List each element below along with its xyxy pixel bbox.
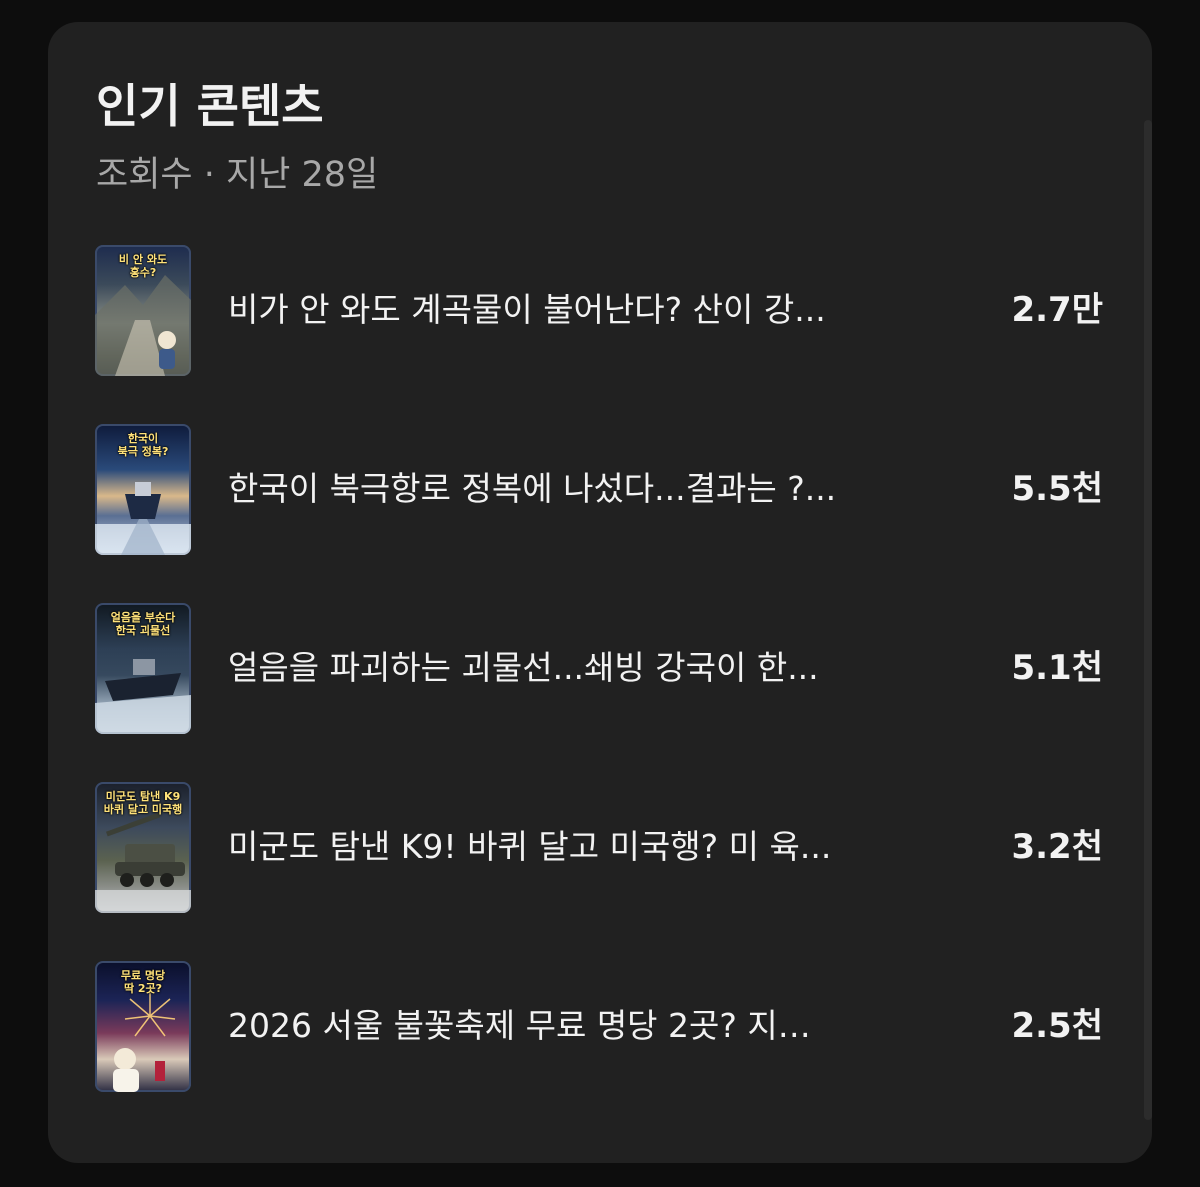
thumbnail-caption: 한국이 북극 정복? <box>117 432 169 458</box>
list-item[interactable]: 미군도 탐낸 K9 바퀴 달고 미국행 미군도 탐낸 K9! 바퀴 달고 미국행… <box>95 782 1103 961</box>
scrollbar[interactable] <box>1144 120 1152 1120</box>
video-title[interactable]: 비가 안 와도 계곡물이 불어난다? 산이 강... <box>228 289 948 331</box>
thumbnail-caption: 얼음을 부순다 한국 괴물선 <box>110 611 176 637</box>
video-thumbnail[interactable]: 무료 명당 딱 2곳? <box>95 961 191 1092</box>
video-title[interactable]: 미군도 탐낸 K9! 바퀴 달고 미국행? 미 육... <box>228 826 948 868</box>
thumbnail-caption: 무료 명당 딱 2곳? <box>120 969 166 995</box>
view-count: 3.2천 <box>1011 827 1103 867</box>
list-item[interactable]: 무료 명당 딱 2곳? 2026 서울 불꽃축제 무료 명당 2곳? 지… 2.… <box>95 961 1103 1140</box>
video-thumbnail[interactable]: 비 안 와도 홍수? <box>95 245 191 376</box>
list-item[interactable]: 비 안 와도 홍수? 비가 안 와도 계곡물이 불어난다? 산이 강... 2.… <box>95 245 1103 424</box>
card-title: 인기 콘텐츠 <box>96 79 324 133</box>
video-thumbnail[interactable]: 한국이 북극 정복? <box>95 424 191 555</box>
view-count: 5.5천 <box>1011 469 1103 509</box>
list-item[interactable]: 얼음을 부순다 한국 괴물선 얼음을 파괴하는 괴물선...쇄빙 강국이 한..… <box>95 603 1103 782</box>
card-subtitle: 조회수 · 지난 28일 <box>96 155 379 195</box>
thumbnail-caption: 비 안 와도 홍수? <box>118 253 168 279</box>
view-count: 2.5천 <box>1011 1006 1103 1046</box>
view-count: 5.1천 <box>1011 648 1103 688</box>
content-list: 비 안 와도 홍수? 비가 안 와도 계곡물이 불어난다? 산이 강... 2.… <box>95 245 1103 1140</box>
video-title[interactable]: 2026 서울 불꽃축제 무료 명당 2곳? 지… <box>228 1005 948 1047</box>
video-thumbnail[interactable]: 얼음을 부순다 한국 괴물선 <box>95 603 191 734</box>
thumbnail-caption: 미군도 탐낸 K9 바퀴 달고 미국행 <box>103 790 183 816</box>
video-thumbnail[interactable]: 미군도 탐낸 K9 바퀴 달고 미국행 <box>95 782 191 913</box>
popular-content-card: 인기 콘텐츠 조회수 · 지난 28일 비 안 와도 홍수? 비가 안 와도 계… <box>48 22 1152 1163</box>
video-title[interactable]: 얼음을 파괴하는 괴물선...쇄빙 강국이 한... <box>228 647 948 689</box>
view-count: 2.7만 <box>1011 290 1103 330</box>
list-item[interactable]: 한국이 북극 정복? 한국이 북극항로 정복에 나섰다...결과는 ?... 5… <box>95 424 1103 603</box>
video-title[interactable]: 한국이 북극항로 정복에 나섰다...결과는 ?... <box>228 468 948 510</box>
